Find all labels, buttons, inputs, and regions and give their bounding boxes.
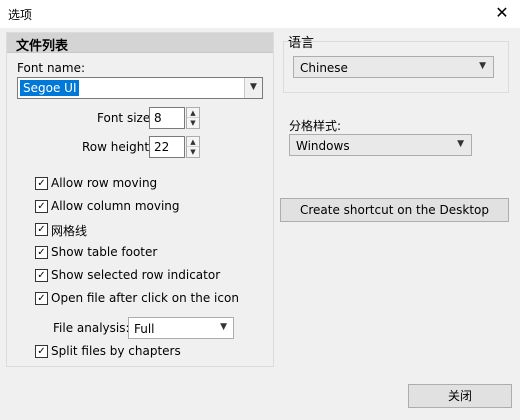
chevron-down-icon[interactable]: ▼	[457, 139, 464, 149]
font-size-stepper[interactable]: 8 ▲ ▼	[149, 107, 201, 129]
font-size-label: Font size:	[97, 111, 155, 125]
title-bar: 选项 ✕	[0, 0, 520, 28]
spin-up-icon[interactable]: ▲	[187, 108, 199, 118]
file-analysis-select[interactable]: Full ▼	[128, 317, 234, 339]
language-label: 语言	[288, 36, 315, 51]
split-style-select[interactable]: Windows ▼	[289, 134, 472, 156]
font-name-value[interactable]: Segoe UI	[20, 80, 80, 96]
checkbox-check-icon[interactable]: ✓	[35, 200, 48, 213]
chevron-down-icon[interactable]: ▼	[479, 61, 486, 71]
chevron-down-icon[interactable]: ▼	[244, 78, 262, 98]
checkbox-check-icon[interactable]: ✓	[35, 223, 48, 236]
checkbox-check-icon[interactable]: ✓	[35, 269, 48, 282]
font-name-combo[interactable]: Segoe UI ▼	[17, 77, 263, 99]
window-title: 选项	[8, 8, 33, 22]
language-select[interactable]: Chinese ▼	[293, 56, 494, 78]
spin-up-icon[interactable]: ▲	[187, 137, 199, 147]
font-name-label: Font name:	[17, 61, 86, 75]
chevron-down-icon[interactable]: ▼	[220, 322, 227, 332]
row-height-stepper[interactable]: 22 ▲ ▼	[149, 136, 201, 158]
row-height-field[interactable]: 22	[149, 136, 185, 158]
font-size-field[interactable]: 8	[149, 107, 185, 129]
checkbox-check-icon[interactable]: ✓	[35, 177, 48, 190]
spin-down-icon[interactable]: ▼	[187, 147, 199, 157]
file-list-header: 文件列表	[7, 33, 273, 54]
checkbox-check-icon[interactable]: ✓	[35, 292, 48, 305]
checkbox-check-icon[interactable]: ✓	[35, 345, 48, 358]
file-list-group: 文件列表 Font name: Segoe UI ▼ Font size: 8 …	[6, 32, 274, 367]
spin-down-icon[interactable]: ▼	[187, 118, 199, 128]
split-style-label: 分格样式:	[289, 119, 342, 133]
checkbox-check-icon[interactable]: ✓	[35, 246, 48, 259]
dialog-body: 文件列表 Font name: Segoe UI ▼ Font size: 8 …	[0, 28, 520, 420]
create-shortcut-button[interactable]: Create shortcut on the Desktop	[280, 198, 509, 222]
window-close-icon[interactable]: ✕	[492, 2, 512, 24]
close-button[interactable]: 关闭	[408, 384, 512, 408]
file-list-title: 文件列表	[16, 39, 69, 54]
row-height-label: Row height:	[82, 140, 154, 154]
file-analysis-label: File analysis:	[53, 321, 130, 335]
